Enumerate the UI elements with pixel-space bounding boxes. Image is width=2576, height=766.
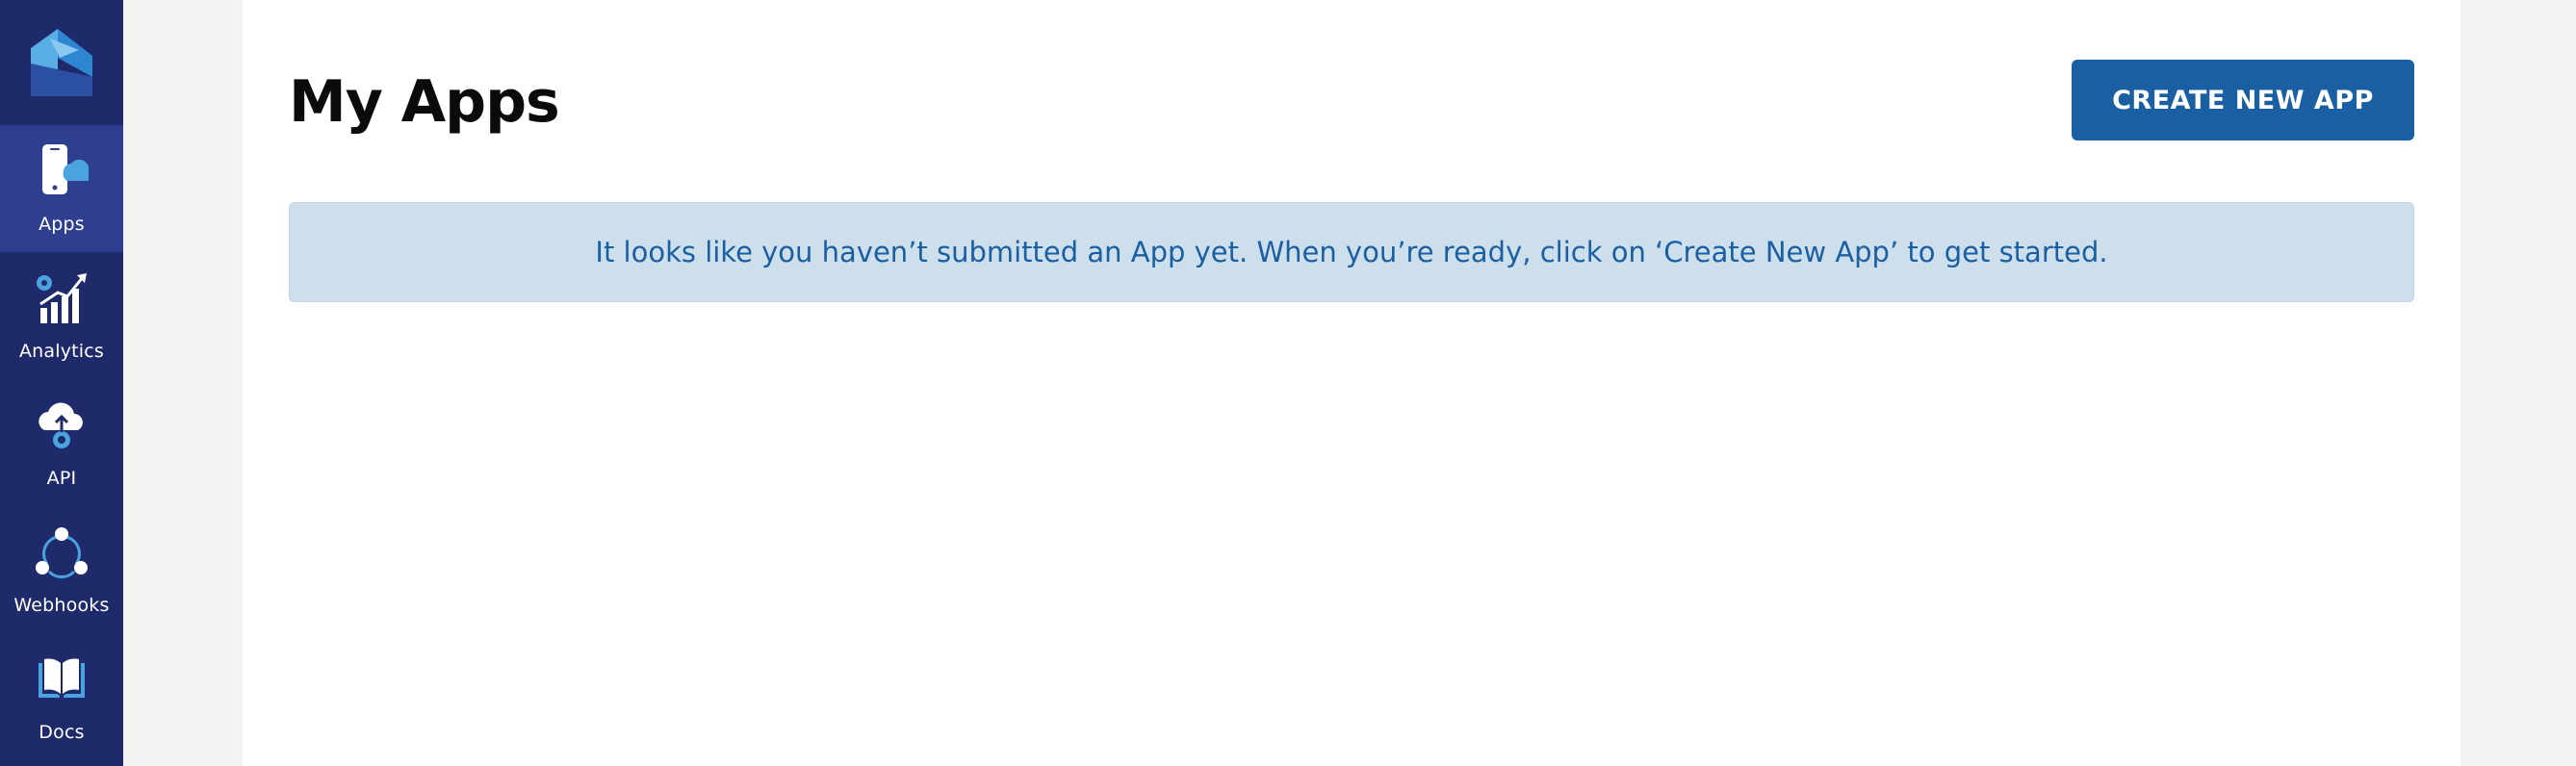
create-new-app-button[interactable]: CREATE NEW APP <box>2072 60 2414 140</box>
sidebar-item-label: Docs <box>39 722 85 743</box>
brand-logo[interactable] <box>0 0 123 125</box>
page-title: My Apps <box>289 68 560 136</box>
main-content: My Apps CREATE NEW APP It looks like you… <box>243 0 2460 766</box>
sidebar-item-label: Webhooks <box>13 595 110 616</box>
sidebar-item-api[interactable]: API <box>0 379 123 506</box>
notice-text: It looks like you haven’t submitted an A… <box>595 236 2108 268</box>
sidebar-item-docs[interactable]: Docs <box>0 633 123 760</box>
brand-logo-icon <box>31 29 92 96</box>
book-icon <box>33 651 90 708</box>
sidebar-item-webhooks[interactable]: Webhooks <box>0 506 123 633</box>
webhooks-icon <box>33 523 90 581</box>
sidebar: Apps Analytics API Webhooks Docs <box>0 0 123 766</box>
cloud-upload-icon <box>33 396 90 454</box>
analytics-chart-icon <box>33 269 90 327</box>
empty-state-notice: It looks like you haven’t submitted an A… <box>289 202 2414 302</box>
sidebar-item-label: Analytics <box>18 341 105 362</box>
sidebar-item-label: Apps <box>39 214 85 235</box>
sidebar-item-apps[interactable]: Apps <box>0 125 123 252</box>
app-root: Apps Analytics API Webhooks Docs My Apps… <box>0 0 2576 766</box>
sidebar-item-analytics[interactable]: Analytics <box>0 252 123 379</box>
phone-cloud-icon <box>33 142 90 200</box>
sidebar-item-label: API <box>46 468 77 489</box>
